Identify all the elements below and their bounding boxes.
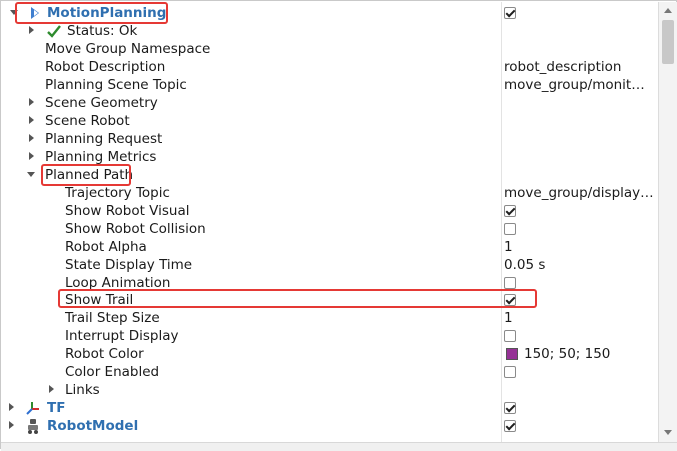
- robot-model-checkbox[interactable]: [504, 420, 516, 432]
- interrupt-display-checkbox[interactable]: [504, 330, 516, 342]
- move-group-namespace-label: Move Group Namespace: [45, 41, 211, 57]
- expand-arrow-icon[interactable]: [29, 98, 34, 106]
- highlight-box-show-trail: [58, 289, 537, 308]
- show-robot-visual-label: Show Robot Visual: [65, 203, 190, 219]
- scroll-down-arrow-icon[interactable]: [664, 430, 672, 435]
- vertical-scrollbar[interactable]: [658, 2, 677, 442]
- scene-geometry-label: Scene Geometry: [45, 95, 158, 111]
- expand-arrow-icon[interactable]: [29, 116, 34, 124]
- expand-arrow-icon[interactable]: [49, 385, 54, 393]
- row-trail-step-size[interactable]: Trail Step Size 1: [1, 309, 658, 327]
- robot-color-swatch[interactable]: [506, 348, 518, 360]
- displays-panel: MotionPlanning Status: Ok Move Group Nam…: [0, 0, 677, 451]
- expand-arrow-icon[interactable]: [9, 421, 14, 429]
- motion-planning-checkbox[interactable]: [504, 7, 516, 19]
- show-robot-visual-checkbox[interactable]: [504, 205, 516, 217]
- robot-alpha-label: Robot Alpha: [65, 239, 147, 255]
- row-tf[interactable]: TF: [1, 399, 658, 417]
- robot-model-label: RobotModel: [47, 418, 139, 434]
- status-label: Status: Ok: [67, 23, 138, 39]
- links-label: Links: [65, 382, 100, 398]
- trajectory-topic-value[interactable]: move_group/display…: [504, 184, 654, 202]
- row-planning-scene-topic[interactable]: Planning Scene Topic move_group/monit…: [1, 76, 658, 94]
- planning-request-label: Planning Request: [45, 131, 163, 147]
- row-planning-request[interactable]: Planning Request: [1, 130, 658, 148]
- row-robot-alpha[interactable]: Robot Alpha 1: [1, 238, 658, 256]
- row-show-robot-collision[interactable]: Show Robot Collision: [1, 220, 658, 238]
- checkmark-icon: [47, 25, 61, 38]
- row-status[interactable]: Status: Ok: [1, 22, 658, 40]
- trail-step-size-label: Trail Step Size: [65, 310, 160, 326]
- planning-scene-topic-label: Planning Scene Topic: [45, 77, 187, 93]
- highlight-box-planned-path: [41, 164, 131, 186]
- show-robot-collision-label: Show Robot Collision: [65, 221, 206, 237]
- tf-checkbox[interactable]: [504, 402, 516, 414]
- bottom-splitter[interactable]: [1, 442, 677, 451]
- row-scene-geometry[interactable]: Scene Geometry: [1, 94, 658, 112]
- row-robot-color[interactable]: Robot Color 150; 50; 150: [1, 345, 658, 363]
- trail-step-size-value[interactable]: 1: [504, 309, 513, 327]
- tf-label: TF: [47, 400, 66, 416]
- color-enabled-label: Color Enabled: [65, 364, 160, 380]
- row-robot-description[interactable]: Robot Description robot_description: [1, 58, 658, 76]
- scroll-up-arrow-icon[interactable]: [664, 8, 672, 13]
- row-show-robot-visual[interactable]: Show Robot Visual: [1, 202, 658, 220]
- state-display-time-value[interactable]: 0.05 s: [504, 256, 545, 274]
- row-robot-model[interactable]: RobotModel: [1, 417, 658, 435]
- expand-arrow-icon[interactable]: [29, 26, 34, 34]
- state-display-time-label: State Display Time: [65, 257, 193, 273]
- planning-scene-topic-value[interactable]: move_group/monit…: [504, 76, 645, 94]
- color-enabled-checkbox[interactable]: [504, 366, 516, 378]
- row-trajectory-topic[interactable]: Trajectory Topic move_group/display…: [1, 184, 658, 202]
- robot-color-label: Robot Color: [65, 346, 144, 362]
- tf-axes-icon: [26, 402, 39, 415]
- show-robot-collision-checkbox[interactable]: [504, 223, 516, 235]
- expand-arrow-icon[interactable]: [29, 134, 34, 142]
- robot-description-value[interactable]: robot_description: [504, 58, 621, 76]
- trajectory-topic-label: Trajectory Topic: [65, 185, 170, 201]
- row-state-display-time[interactable]: State Display Time 0.05 s: [1, 256, 658, 274]
- row-interrupt-display[interactable]: Interrupt Display: [1, 327, 658, 345]
- interrupt-display-label: Interrupt Display: [65, 328, 179, 344]
- robot-description-label: Robot Description: [45, 59, 166, 75]
- row-links[interactable]: Links: [1, 381, 658, 399]
- expand-arrow-icon[interactable]: [29, 152, 34, 160]
- row-scene-robot[interactable]: Scene Robot: [1, 112, 658, 130]
- collapse-arrow-icon[interactable]: [27, 172, 35, 177]
- robot-alpha-value[interactable]: 1: [504, 238, 513, 256]
- scene-robot-label: Scene Robot: [45, 113, 130, 129]
- row-color-enabled[interactable]: Color Enabled: [1, 363, 658, 381]
- scrollbar-thumb[interactable]: [662, 20, 674, 64]
- expand-arrow-icon[interactable]: [9, 403, 14, 411]
- robot-color-value[interactable]: 150; 50; 150: [524, 345, 610, 363]
- robot-model-icon: [28, 419, 38, 434]
- row-move-group-namespace[interactable]: Move Group Namespace: [1, 40, 658, 58]
- loop-animation-checkbox[interactable]: [504, 277, 516, 289]
- highlight-box-motion-planning: [15, 2, 168, 24]
